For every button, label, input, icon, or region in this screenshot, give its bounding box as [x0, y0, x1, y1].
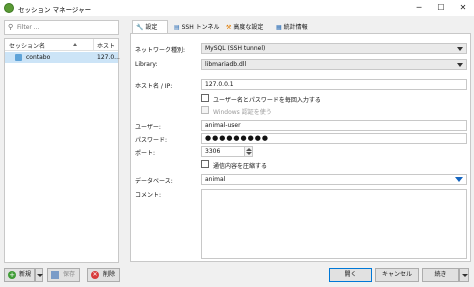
- session-icon: [15, 54, 22, 61]
- filter-input[interactable]: [17, 23, 115, 32]
- chevron-down-icon: [462, 274, 468, 277]
- tab-label: 設定: [145, 24, 158, 31]
- chevron-down-icon: [457, 47, 463, 51]
- new-dropdown-button[interactable]: [35, 268, 43, 282]
- plus-icon: +: [8, 271, 16, 279]
- cancel-button[interactable]: キャンセル: [375, 268, 419, 282]
- search-icon: ⚲: [8, 23, 14, 31]
- chevron-down-icon: [457, 63, 463, 67]
- password-label: パスワード:: [135, 137, 168, 144]
- tab-label: SSH トンネル: [181, 24, 220, 31]
- delete-icon: ✕: [91, 271, 99, 279]
- prompt-credentials-checkbox[interactable]: [201, 94, 209, 102]
- new-button-label: 新規: [19, 271, 32, 278]
- library-select[interactable]: libmariadb.dll: [201, 59, 467, 70]
- floppy-disk-icon: [51, 271, 59, 279]
- title-bar: セッション マネージャー ─ ☐ ✕: [0, 0, 474, 16]
- session-row-contabo[interactable]: contabo 127.0...: [5, 52, 120, 63]
- host-label: ホスト名 / IP:: [135, 83, 173, 90]
- tab-statistics[interactable]: ▦ 統計情報: [272, 20, 318, 33]
- tab-advanced[interactable]: ⚒ 高度な設定: [222, 20, 270, 33]
- wrench-icon: 🔧: [136, 24, 144, 31]
- tab-label: 統計情報: [283, 24, 308, 31]
- network-type-select[interactable]: MySQL (SSH tunnel): [201, 43, 467, 54]
- save-button[interactable]: 保存: [47, 268, 80, 282]
- column-divider: [93, 39, 94, 51]
- chevron-down-icon: [246, 152, 252, 155]
- chevron-up-icon: [246, 148, 252, 151]
- user-label: ユーザー:: [135, 124, 161, 131]
- new-button[interactable]: + 新規: [4, 268, 35, 282]
- window-title: セッション マネージャー: [18, 6, 92, 14]
- tab-bar: 🔧 設定 ▤ SSH トンネル ⚒ 高度な設定 ▦ 統計情報: [130, 20, 474, 33]
- more-button[interactable]: 続き: [422, 268, 459, 282]
- column-header-host[interactable]: ホスト: [97, 41, 115, 50]
- maximize-button[interactable]: ☐: [430, 0, 452, 16]
- database-value: animal: [205, 176, 226, 183]
- password-input[interactable]: ●●●●●●●●●: [201, 133, 467, 144]
- app-logo-icon: [4, 3, 14, 13]
- settings-panel: ネットワーク種別: MySQL (SSH tunnel) Library: li…: [130, 33, 471, 262]
- user-input[interactable]: animal-user: [201, 120, 467, 131]
- prompt-credentials-label: ユーザー名とパスワードを毎回入力する: [213, 97, 321, 104]
- network-type-label: ネットワーク種別:: [135, 47, 186, 54]
- tunnel-icon: ▤: [174, 24, 180, 31]
- port-label: ポート:: [135, 150, 156, 157]
- port-input[interactable]: 3306: [201, 146, 253, 157]
- tab-settings[interactable]: 🔧 設定: [132, 20, 168, 33]
- session-name: contabo: [26, 54, 51, 61]
- comment-textarea[interactable]: [201, 189, 467, 259]
- filter-box[interactable]: ⚲: [4, 20, 119, 35]
- delete-button-label: 削除: [103, 271, 116, 278]
- database-input[interactable]: animal: [201, 174, 467, 185]
- delete-button[interactable]: ✕ 削除: [87, 268, 120, 282]
- chart-icon: ▦: [276, 24, 282, 31]
- minimize-button[interactable]: ─: [408, 0, 430, 16]
- network-type-value: MySQL (SSH tunnel): [205, 45, 266, 52]
- more-dropdown-button[interactable]: [459, 268, 469, 282]
- close-window-button[interactable]: ✕: [452, 0, 474, 16]
- sort-asc-icon: [73, 43, 77, 46]
- column-header-session-name[interactable]: セッション名: [9, 41, 45, 50]
- wrench-orange-icon: ⚒: [226, 24, 232, 31]
- tree-header: セッション名 ホスト: [5, 39, 118, 51]
- session-tree[interactable]: セッション名 ホスト contabo 127.0...: [4, 38, 120, 263]
- compress-label: 通信内容を圧縮する: [213, 163, 268, 170]
- port-value: 3306: [205, 148, 221, 155]
- database-label: データベース:: [135, 178, 173, 185]
- compress-checkbox[interactable]: [201, 160, 209, 168]
- tab-ssh-tunnel[interactable]: ▤ SSH トンネル: [170, 20, 220, 33]
- chevron-down-icon: [37, 274, 43, 277]
- port-stepper[interactable]: [244, 147, 252, 156]
- windows-auth-checkbox[interactable]: [201, 106, 209, 114]
- save-button-label: 保存: [63, 271, 76, 278]
- host-input[interactable]: 127.0.0.1: [201, 79, 467, 90]
- open-button[interactable]: 開く: [329, 268, 372, 282]
- tab-label: 高度な設定: [233, 24, 264, 31]
- chevron-down-icon[interactable]: [455, 177, 463, 182]
- windows-auth-label: Windows 認証を使う: [213, 109, 272, 116]
- comment-label: コメント:: [135, 192, 162, 199]
- session-host: 127.0...: [97, 54, 120, 61]
- library-value: libmariadb.dll: [205, 61, 247, 68]
- library-label: Library:: [135, 61, 158, 68]
